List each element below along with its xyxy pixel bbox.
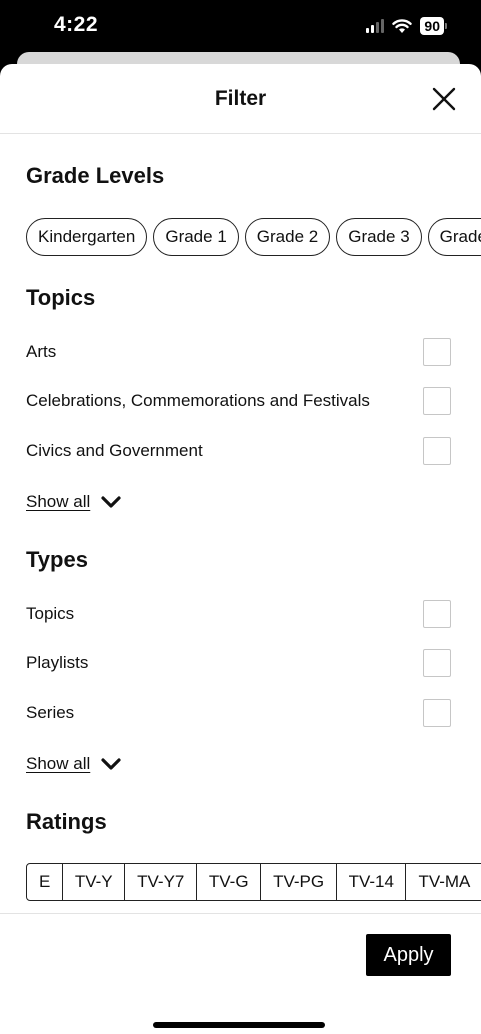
topic-row-celebrations[interactable]: Celebrations, Commemorations and Festiva… <box>26 386 451 416</box>
filter-header: Filter <box>0 64 481 134</box>
footer-divider <box>0 913 481 914</box>
cellular-signal-icon <box>366 19 385 33</box>
type-row-playlists[interactable]: Playlists <box>26 648 451 678</box>
ratings-title: Ratings <box>26 809 107 834</box>
rating-option-tv-y[interactable]: TV-Y <box>61 863 126 901</box>
type-checkbox[interactable] <box>423 600 451 628</box>
type-label: Playlists <box>26 653 89 672</box>
grade-level-pills: Kindergarten Grade 1 Grade 2 Grade 3 Gra… <box>26 218 481 256</box>
filter-title: Filter <box>214 87 267 110</box>
chevron-down-icon <box>101 496 121 508</box>
status-time: 4:22 <box>54 13 99 36</box>
grade-pill-grade-2[interactable]: Grade 2 <box>244 218 331 256</box>
topic-label: Celebrations, Commemorations and Festiva… <box>26 391 370 410</box>
type-row-series[interactable]: Series <box>26 698 451 728</box>
battery-level: 90 <box>420 17 444 35</box>
grade-pill-kindergarten[interactable]: Kindergarten <box>26 218 148 256</box>
rating-option-tv-y7[interactable]: TV-Y7 <box>124 863 198 901</box>
type-checkbox[interactable] <box>423 649 451 677</box>
rating-option-tv-ma[interactable]: TV-MA <box>405 863 481 901</box>
grade-pill-grade-4[interactable]: Grade 4 <box>427 218 481 256</box>
types-show-all-button[interactable]: Show all <box>26 754 122 774</box>
filter-sheet: Filter Grade Levels Kindergarten Grade 1… <box>0 64 481 1034</box>
grade-levels-title: Grade Levels <box>26 163 165 188</box>
type-label: Topics <box>26 604 75 623</box>
grade-pill-grade-3[interactable]: Grade 3 <box>336 218 422 256</box>
rating-options: E TV-Y TV-Y7 TV-G TV-PG TV-14 TV-MA <box>26 863 481 901</box>
topic-checkbox[interactable] <box>423 338 451 366</box>
topic-row-civics[interactable]: Civics and Government <box>26 436 451 466</box>
status-icons: 90 <box>366 17 447 35</box>
topic-checkbox[interactable] <box>423 437 451 465</box>
rating-option-tv-14[interactable]: TV-14 <box>335 863 407 901</box>
topics-title: Topics <box>26 285 96 310</box>
topic-label: Arts <box>26 342 57 361</box>
close-icon[interactable] <box>427 82 461 116</box>
rating-option-tv-g[interactable]: TV-G <box>195 863 262 901</box>
topics-show-all-button[interactable]: Show all <box>26 492 122 512</box>
chevron-down-icon <box>101 758 121 770</box>
topic-row-arts[interactable]: Arts <box>26 337 451 367</box>
apply-button[interactable]: Apply <box>366 934 451 976</box>
show-all-label: Show all <box>26 492 91 511</box>
battery-icon: 90 <box>420 17 447 35</box>
topic-label: Civics and Government <box>26 441 203 460</box>
status-bar: 4:22 90 <box>0 0 481 52</box>
types-title: Types <box>26 547 88 572</box>
type-row-topics[interactable]: Topics <box>26 599 451 629</box>
show-all-label: Show all <box>26 754 91 773</box>
topic-checkbox[interactable] <box>423 387 451 415</box>
rating-option-e[interactable]: E <box>26 863 64 901</box>
grade-pill-grade-1[interactable]: Grade 1 <box>153 218 239 256</box>
type-checkbox[interactable] <box>423 699 451 727</box>
wifi-icon <box>392 18 413 33</box>
type-label: Series <box>26 703 75 722</box>
rating-option-tv-pg[interactable]: TV-PG <box>260 863 338 901</box>
home-indicator <box>153 1022 325 1028</box>
